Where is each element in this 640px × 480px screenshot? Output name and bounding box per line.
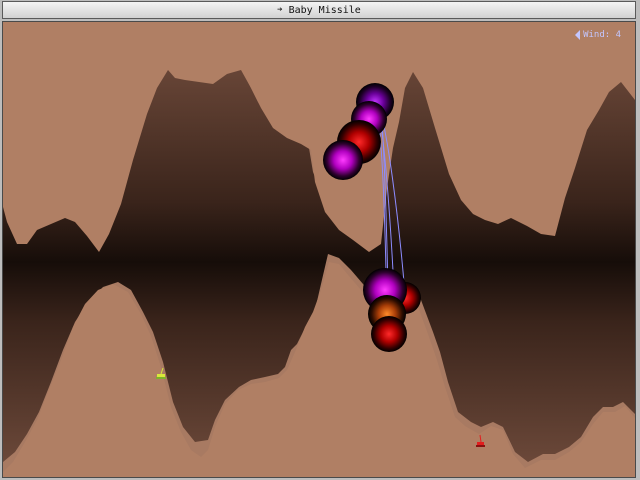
missile-icon: ➔: [277, 5, 283, 15]
explosion-lower-4: [371, 316, 407, 352]
wind-arrow-left-icon: [575, 30, 581, 40]
explosion-upper-4: [323, 140, 363, 180]
wind-label: Wind: 4: [583, 30, 621, 40]
weapon-name: Baby Missile: [288, 4, 361, 16]
wind-indicator: Wind: 4: [575, 30, 621, 40]
game-window: ➔ Baby Missile Wind: 4: [0, 0, 640, 480]
battlefield[interactable]: Wind: 4: [2, 21, 636, 478]
battlefield-scene[interactable]: [3, 22, 635, 477]
title-bar: ➔ Baby Missile: [2, 1, 636, 19]
